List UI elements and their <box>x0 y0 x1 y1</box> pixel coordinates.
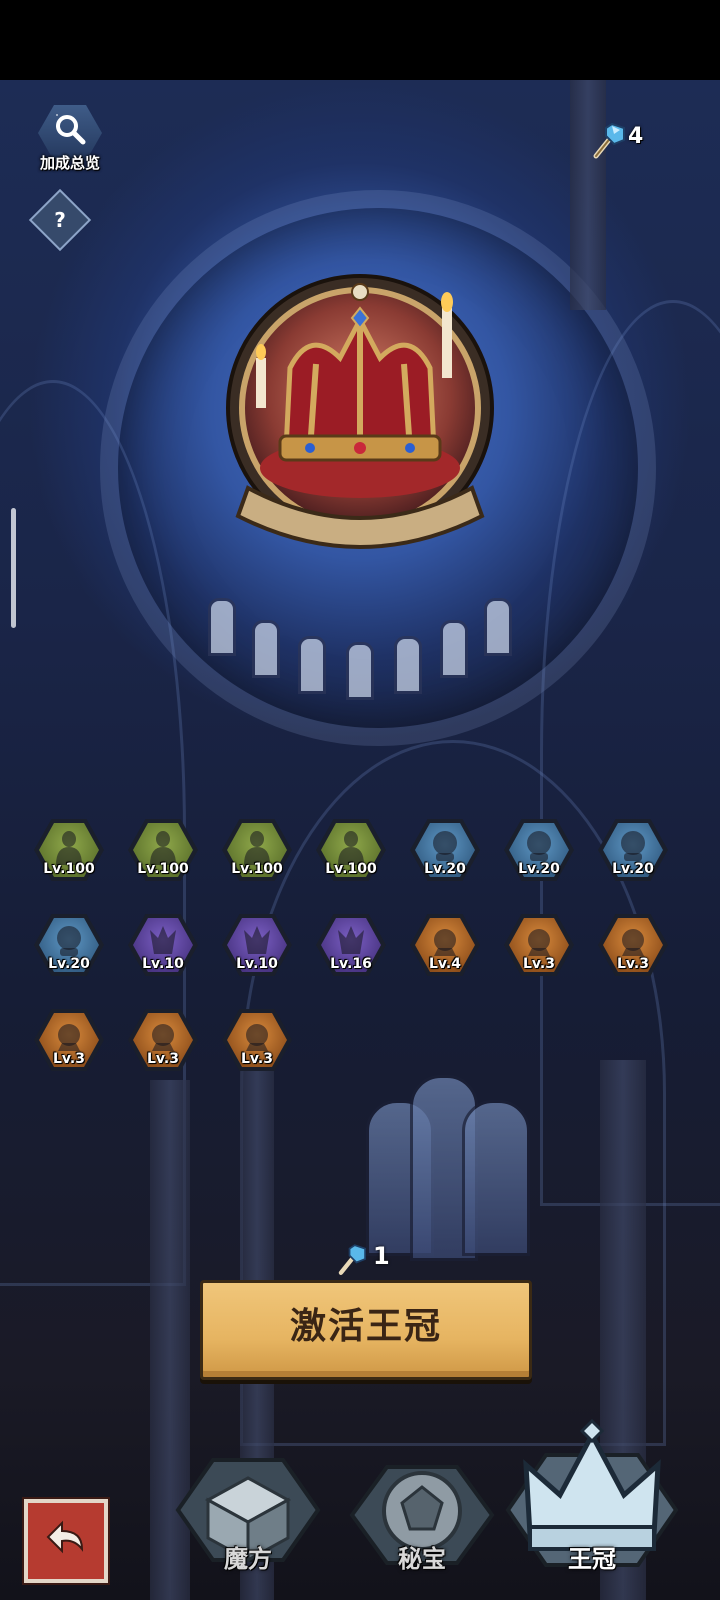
scrollbar[interactable] <box>11 508 16 628</box>
tab-treasure[interactable]: 秘宝 <box>342 1445 502 1580</box>
person-silhouette-icon <box>56 831 82 865</box>
relic-level: Lv.20 <box>518 861 560 877</box>
dome-window <box>208 598 236 656</box>
octopus-icon <box>434 929 456 956</box>
tab-crown-label: 王冠 <box>568 1545 616 1573</box>
relic-level: Lv.10 <box>236 956 278 972</box>
pig-icon <box>246 1024 268 1051</box>
crowned-king-icon <box>152 1024 174 1051</box>
goblin-head-icon <box>527 831 551 861</box>
relic-slot-rabbit[interactable]: Lv.16 <box>312 910 390 982</box>
relic-level: Lv.16 <box>330 956 372 972</box>
relic-slot-helmet[interactable]: Lv.20 <box>594 815 672 887</box>
relic-level: Lv.20 <box>612 861 654 877</box>
activation-cost: 1 <box>335 1240 395 1276</box>
relic-slot-tiger[interactable]: Lv.20 <box>406 815 484 887</box>
relic-slot-octopus[interactable]: Lv.4 <box>406 910 484 982</box>
tab-magic-cube[interactable]: 魔方 <box>168 1440 328 1580</box>
tab-treasure-label: 秘宝 <box>398 1545 446 1573</box>
dome-window <box>440 620 468 678</box>
relic-slot-balloon-creature[interactable]: Lv.20 <box>30 910 108 982</box>
relic-level: Lv.3 <box>53 1051 85 1067</box>
relic-slot-magic-hat[interactable]: Lv.10 <box>218 910 296 982</box>
relic-level: Lv.100 <box>137 861 189 877</box>
relic-level: Lv.20 <box>424 861 466 877</box>
balloon-creature-icon <box>57 926 81 956</box>
dome-window <box>484 598 512 656</box>
relic-slot-gentleman[interactable]: Lv.100 <box>218 815 296 887</box>
relic-slot-king[interactable]: Lv.3 <box>124 1005 202 1077</box>
royal-crown-emblem <box>226 274 494 549</box>
currency-value: 4 <box>628 124 644 149</box>
gothic-window <box>462 1100 530 1256</box>
relic-slot-chick[interactable]: Lv.100 <box>312 815 390 887</box>
relic-slot-demon-mask[interactable]: Lv.10 <box>124 910 202 982</box>
flame-beast-icon <box>528 929 550 956</box>
rabbit-icon <box>338 926 364 954</box>
relic-slot-goblin[interactable]: Lv.20 <box>500 815 578 887</box>
activate-crown-button[interactable]: 激活王冠 <box>200 1280 532 1380</box>
bat-icon <box>58 1024 80 1051</box>
wand-crystal-icon <box>593 122 625 159</box>
relic-level: Lv.20 <box>48 956 90 972</box>
bonus-overview-button[interactable]: 加成总览 <box>30 105 110 175</box>
relic-level: Lv.3 <box>241 1051 273 1067</box>
magic-hat-icon <box>244 926 270 954</box>
tiger-icon <box>433 831 457 861</box>
wand-crystal-icon <box>338 1244 366 1275</box>
tab-magic-cube-label: 魔方 <box>224 1545 272 1573</box>
relic-slot-bat[interactable]: Lv.3 <box>30 1005 108 1077</box>
relic-level: Lv.100 <box>43 861 95 877</box>
help-label: ? <box>54 208 66 232</box>
relic-slot-flame-beast[interactable]: Lv.3 <box>500 910 578 982</box>
pillar <box>570 80 606 310</box>
currency-counter: 4 <box>590 118 670 162</box>
magnifier-icon <box>56 114 86 145</box>
relic-slot-pig[interactable]: Lv.3 <box>218 1005 296 1077</box>
relic-slot-bone[interactable]: Lv.100 <box>124 815 202 887</box>
dome-window <box>394 636 422 694</box>
relic-level: Lv.3 <box>147 1051 179 1067</box>
relic-level: Lv.3 <box>523 956 555 972</box>
activate-crown-label: 激活王冠 <box>289 1306 442 1347</box>
bone-icon <box>150 831 176 865</box>
bonus-overview-label: 加成总览 <box>39 154 100 172</box>
dome-window <box>346 642 374 700</box>
relic-level: Lv.10 <box>142 956 184 972</box>
top-hat-man-icon <box>244 831 270 865</box>
activation-cost-value: 1 <box>373 1242 390 1270</box>
back-button[interactable] <box>24 1499 108 1583</box>
back-arrow-icon <box>46 1520 84 1554</box>
relic-level: Lv.100 <box>325 861 377 877</box>
dome-window <box>298 636 326 694</box>
relic-level: Lv.3 <box>617 956 649 972</box>
dome-window <box>252 620 280 678</box>
knight-helmet-icon <box>621 831 645 861</box>
tab-crown[interactable]: 王冠 <box>502 1415 682 1580</box>
relic-slot-hero-silhouette[interactable]: Lv.100 <box>30 815 108 887</box>
relic-level: Lv.4 <box>429 956 461 972</box>
relic-slot-blob-monster[interactable]: Lv.3 <box>594 910 672 982</box>
chick-icon <box>338 831 364 865</box>
blob-monster-icon <box>622 929 644 956</box>
relic-level: Lv.100 <box>231 861 283 877</box>
demon-mask-icon <box>150 926 176 954</box>
